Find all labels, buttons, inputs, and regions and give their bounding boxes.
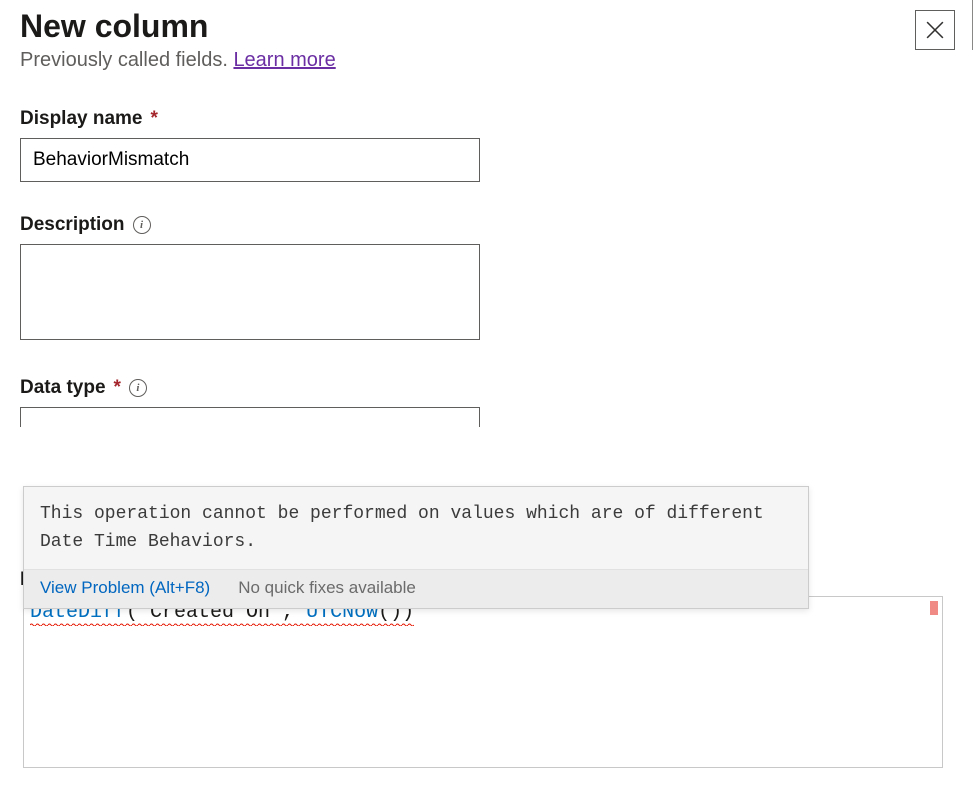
subtitle-text: Previously called fields. (20, 49, 233, 71)
panel-divider (972, 0, 973, 50)
display-name-input[interactable] (20, 138, 480, 182)
no-quick-fix-text: No quick fixes available (238, 578, 416, 598)
field-display-name: Display name * (20, 108, 955, 182)
description-label: Description (20, 214, 125, 236)
info-icon[interactable]: i (133, 216, 151, 234)
required-mark: * (151, 108, 158, 130)
formula-editor[interactable]: DateDiff('Created On', UTCNow()) (23, 596, 943, 768)
learn-more-link[interactable]: Learn more (233, 49, 335, 71)
description-input[interactable] (20, 244, 480, 340)
info-icon[interactable]: i (129, 379, 147, 397)
required-mark: * (114, 377, 121, 399)
problem-message: This operation cannot be performed on va… (24, 487, 808, 570)
data-type-label: Data type (20, 377, 106, 399)
page-subtitle: Previously called fields. Learn more (20, 49, 915, 72)
field-data-type: Data type * i (20, 377, 955, 427)
data-type-select[interactable] (20, 407, 480, 427)
field-description: Description i (20, 214, 955, 345)
close-button[interactable] (915, 10, 955, 50)
display-name-label: Display name (20, 108, 143, 130)
view-problem-link[interactable]: View Problem (Alt+F8) (40, 578, 210, 598)
problem-tooltip: This operation cannot be performed on va… (23, 486, 809, 609)
page-title: New column (20, 8, 915, 45)
close-icon (926, 21, 944, 39)
minimap-error-marker (930, 601, 938, 615)
